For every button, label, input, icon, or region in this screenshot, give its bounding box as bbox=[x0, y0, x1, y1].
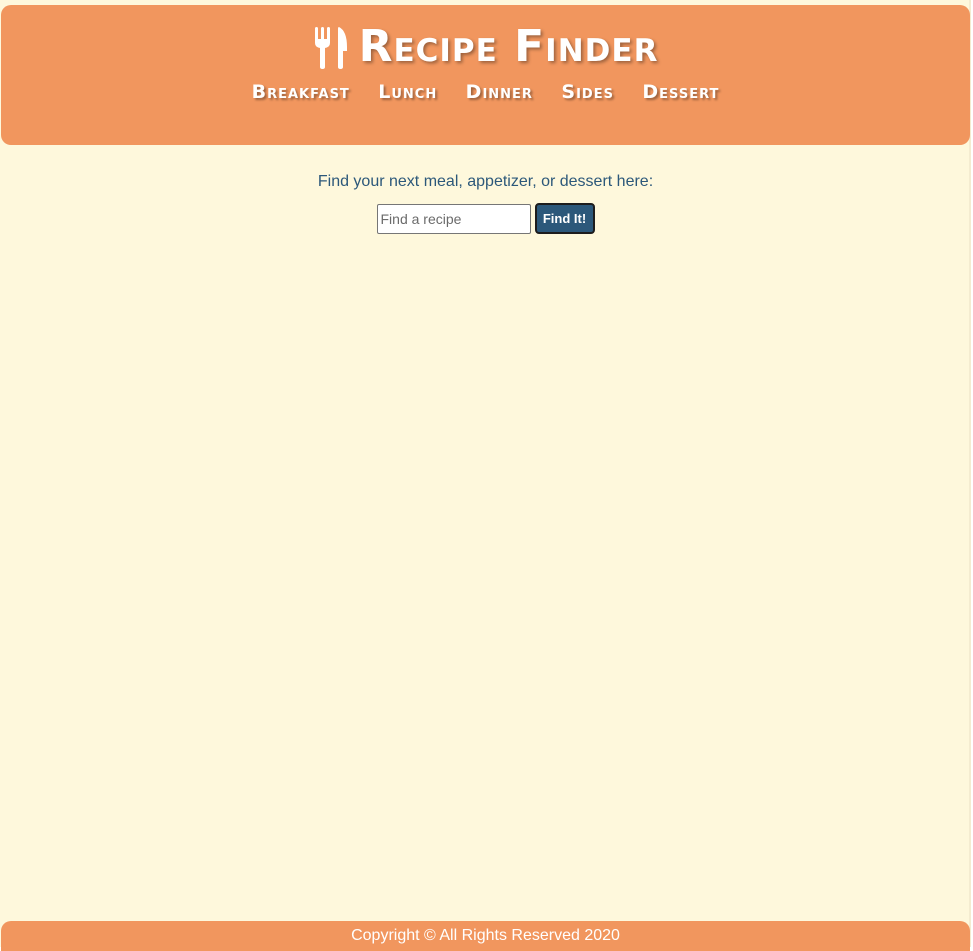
search-input[interactable] bbox=[376, 203, 531, 234]
title-row: Recipe Finder bbox=[1, 19, 970, 75]
utensils-icon bbox=[313, 25, 349, 69]
find-it-button[interactable]: Find It! bbox=[534, 203, 595, 234]
nav-dinner[interactable]: Dinner bbox=[466, 81, 533, 103]
nav-sides[interactable]: Sides bbox=[561, 81, 614, 103]
copyright-text: Copyright © All Rights Reserved 2020 bbox=[351, 927, 620, 944]
nav-dessert[interactable]: Dessert bbox=[642, 81, 719, 103]
intro-text: Find your next meal, appetizer, or desse… bbox=[317, 173, 654, 190]
nav-lunch[interactable]: Lunch bbox=[378, 81, 437, 103]
brand[interactable]: Recipe Finder bbox=[313, 19, 659, 75]
site-header: Recipe Finder Breakfast Lunch Dinner Sid… bbox=[1, 5, 970, 145]
search-form: Find It! bbox=[0, 203, 971, 234]
app-title: Recipe Finder bbox=[358, 21, 659, 72]
main-nav: Breakfast Lunch Dinner Sides Dessert bbox=[1, 81, 970, 103]
page: Recipe Finder Breakfast Lunch Dinner Sid… bbox=[0, 0, 971, 951]
nav-breakfast[interactable]: Breakfast bbox=[252, 81, 350, 103]
